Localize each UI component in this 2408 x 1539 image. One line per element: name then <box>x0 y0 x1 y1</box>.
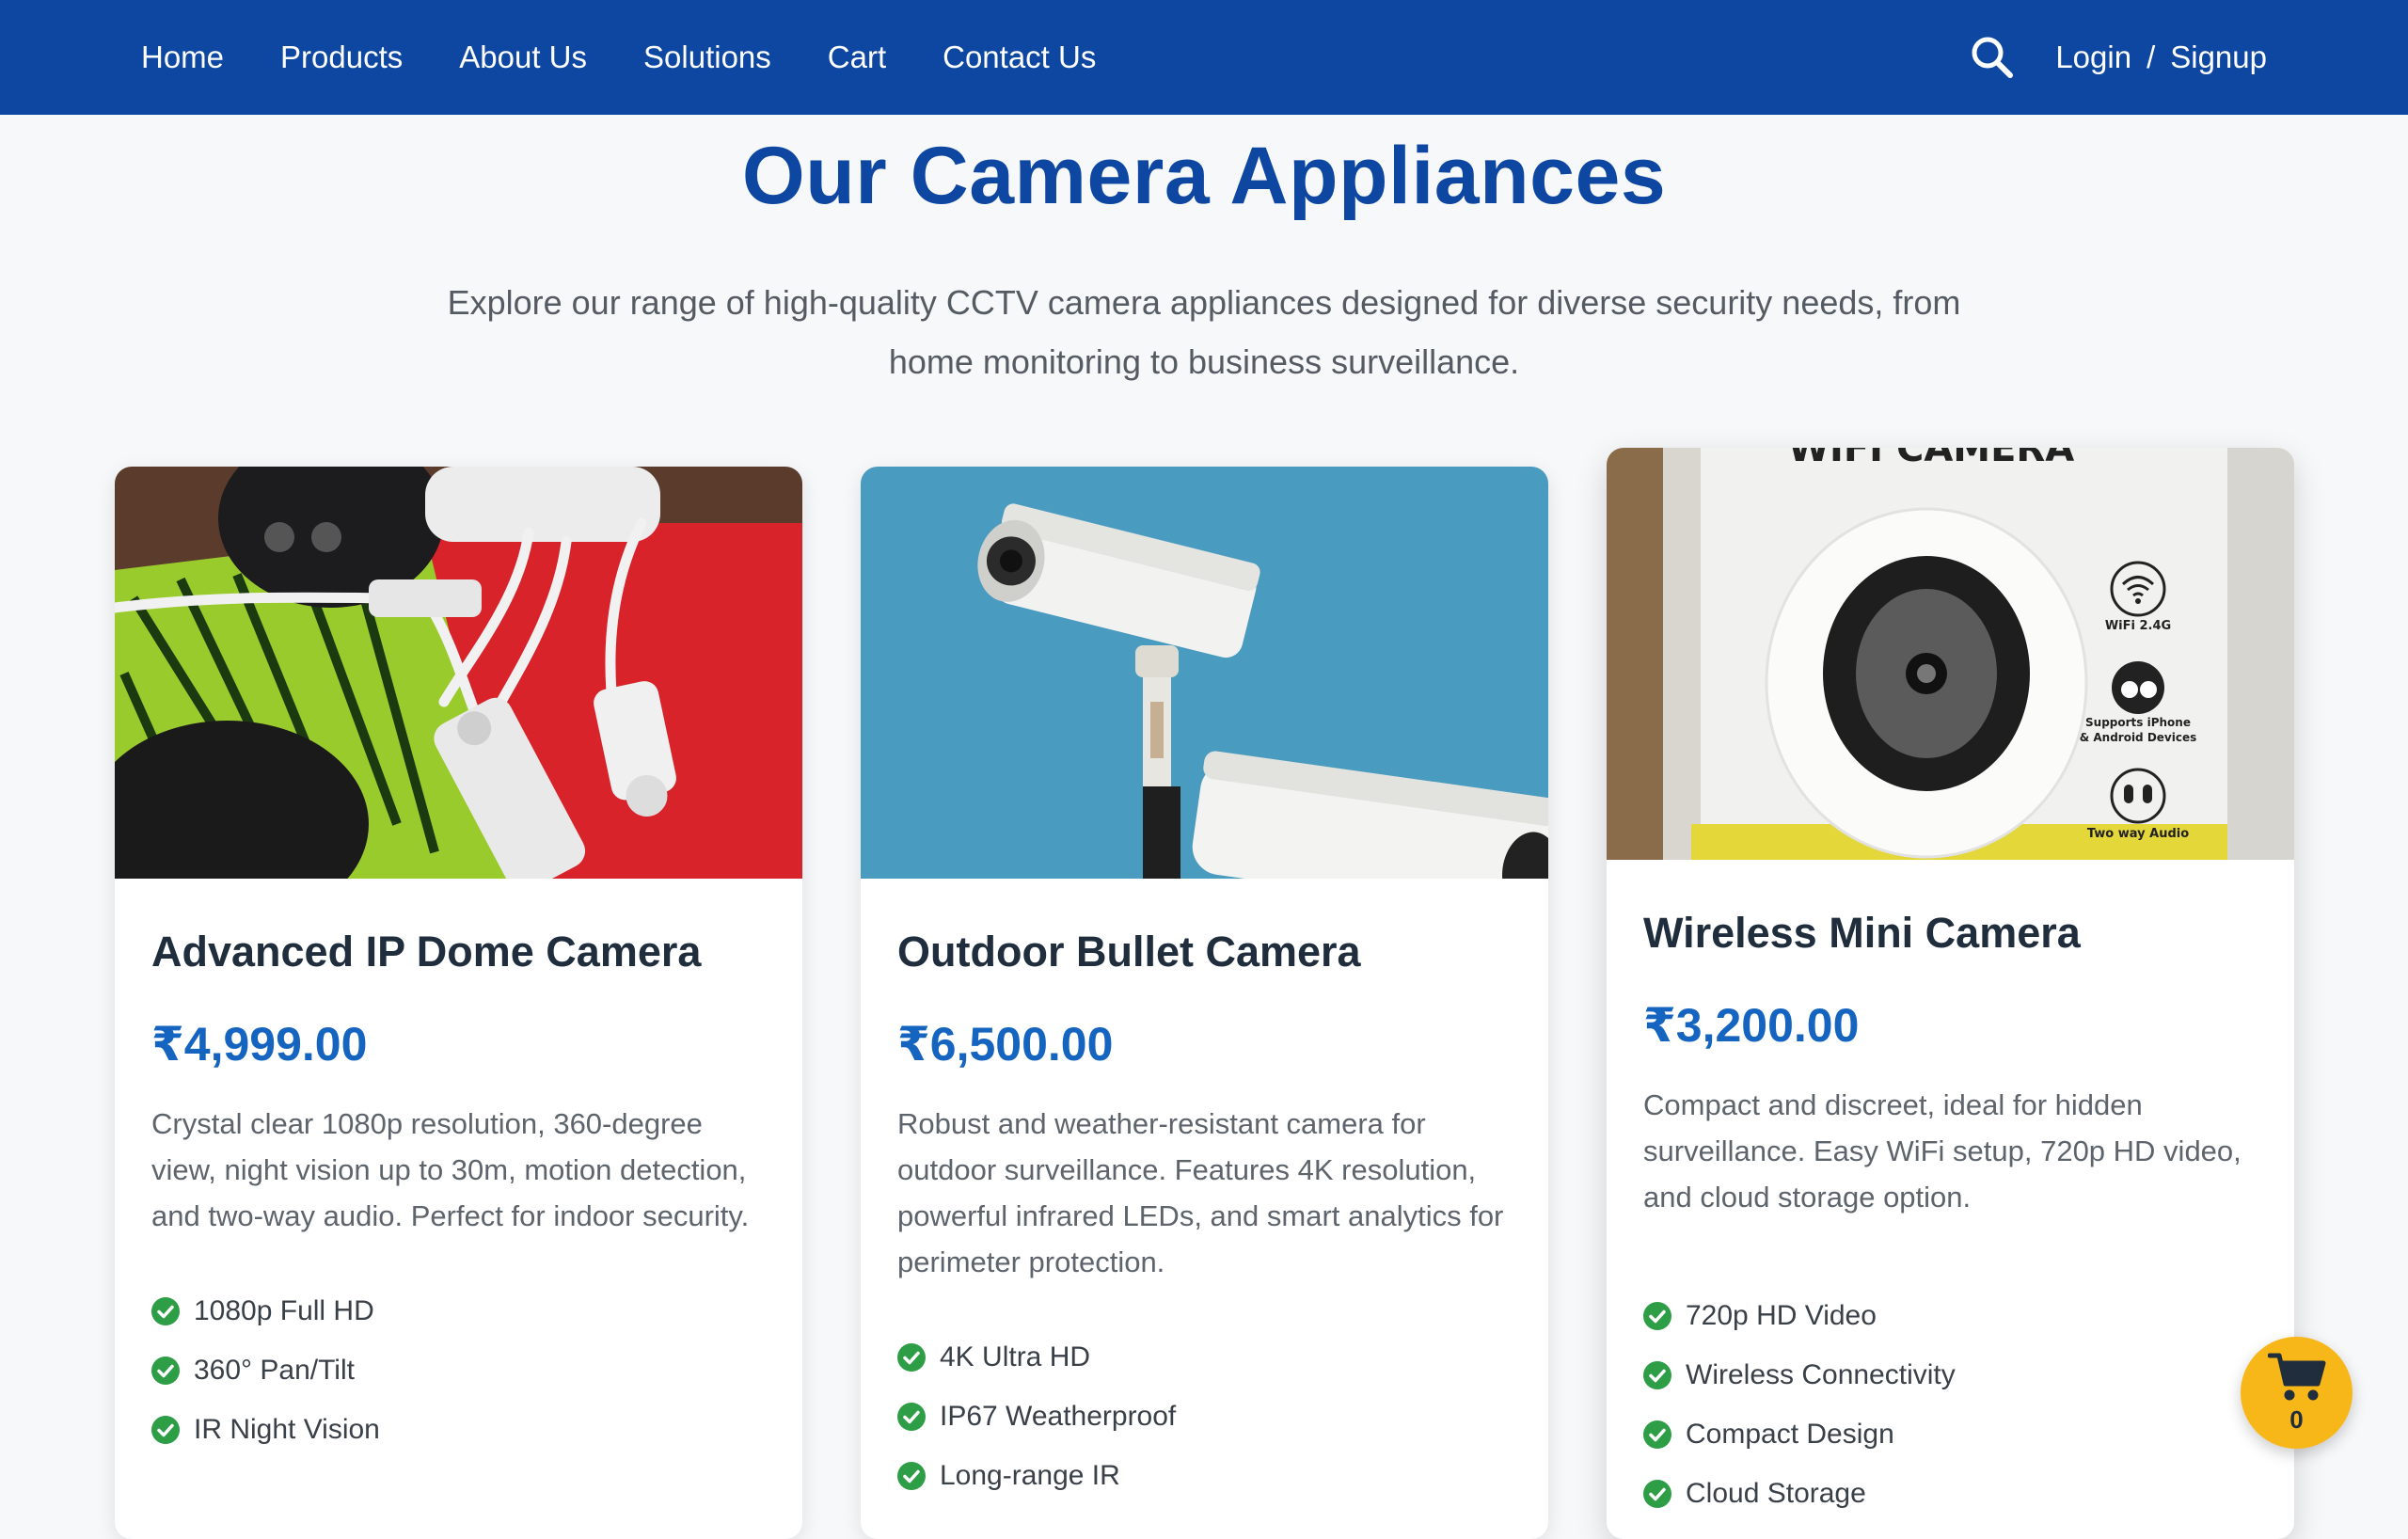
feature-item: 720p HD Video <box>1643 1286 2258 1345</box>
auth-separator: / <box>2147 40 2156 74</box>
feature-label: IR Night Vision <box>194 1413 380 1445</box>
feature-item: IR Night Vision <box>151 1400 766 1459</box>
nav-home[interactable]: Home <box>141 40 224 75</box>
product-description: Robust and weather-resistant camera for … <box>897 1107 1504 1278</box>
page-title: Our Camera Appliances <box>741 131 1667 221</box>
svg-text:Supports iPhone: Supports iPhone <box>2085 716 2191 729</box>
signup-link[interactable]: Signup <box>2170 40 2267 75</box>
nav-contact-us[interactable]: Contact Us <box>943 40 1096 75</box>
nav-solutions[interactable]: Solutions <box>643 40 771 75</box>
nav-right: Login / Signup <box>1969 34 2267 81</box>
feature-label: 4K Ultra HD <box>940 1341 1091 1372</box>
box-label: WIFI CAMERA <box>1788 448 2074 470</box>
feature-label: IP67 Weatherproof <box>940 1400 1177 1432</box>
feature-label: Long-range IR <box>940 1459 1120 1491</box>
product-description: Compact and discreet, ideal for hidden s… <box>1643 1088 2242 1214</box>
svg-text:WiFi 2.4G: WiFi 2.4G <box>2105 619 2171 633</box>
check-circle-icon <box>1643 1360 1671 1389</box>
product-features: 1080p Full HD 360° Pan/Tilt IR Night Vis… <box>151 1281 766 1459</box>
product-card-body: Wireless Mini Camera ₹3,200.00 Compact a… <box>1607 860 2294 1523</box>
login-link[interactable]: Login <box>2055 40 2131 75</box>
top-navbar: Home Products About Us Solutions Cart Co… <box>0 0 2408 115</box>
feature-item: 4K Ultra HD <box>897 1327 1512 1387</box>
cart-icon <box>2267 1353 2325 1401</box>
product-card-ip-dome[interactable]: Advanced IP Dome Camera ₹4,999.00 Crysta… <box>115 467 802 1539</box>
product-image-wireless-mini: WIFI CAMERA WiFi 2.4G Supports iPhone & … <box>1607 448 2294 860</box>
feature-item: Compact Design <box>1643 1404 2258 1464</box>
feature-label: 720p HD Video <box>1686 1299 1877 1331</box>
check-circle-icon <box>151 1415 180 1444</box>
page-subtitle: Explore our range of high-quality CCTV c… <box>447 283 1961 381</box>
product-price: ₹6,500.00 <box>897 1018 1114 1071</box>
product-card-body: Outdoor Bullet Camera ₹6,500.00 Robust a… <box>861 879 1548 1505</box>
feature-item: 360° Pan/Tilt <box>151 1341 766 1400</box>
product-price: ₹4,999.00 <box>151 1018 368 1071</box>
check-circle-icon <box>151 1296 180 1325</box>
main-nav: Home Products About Us Solutions Cart Co… <box>141 40 1096 75</box>
feature-label: 360° Pan/Tilt <box>194 1354 355 1386</box>
svg-text:& Android Devices: & Android Devices <box>2080 731 2197 744</box>
check-circle-icon <box>151 1356 180 1385</box>
check-circle-icon <box>897 1402 926 1431</box>
feature-item: Long-range IR <box>897 1446 1512 1505</box>
search-icon[interactable] <box>1969 34 2016 81</box>
feature-item: 1080p Full HD <box>151 1281 766 1341</box>
check-circle-icon <box>897 1461 926 1490</box>
nav-products[interactable]: Products <box>280 40 403 75</box>
product-card-outdoor-bullet[interactable]: Outdoor Bullet Camera ₹6,500.00 Robust a… <box>861 467 1548 1539</box>
product-card-body: Advanced IP Dome Camera ₹4,999.00 Crysta… <box>115 879 802 1459</box>
cart-count: 0 <box>2289 1405 2304 1434</box>
product-name: Advanced IP Dome Camera <box>151 928 702 976</box>
check-circle-icon <box>1643 1479 1671 1508</box>
feature-item: Cloud Storage <box>1643 1464 2258 1523</box>
product-card-wireless-mini[interactable]: WIFI CAMERA WiFi 2.4G Supports iPhone & … <box>1607 448 2294 1539</box>
feature-label: Cloud Storage <box>1686 1477 1866 1509</box>
auth-links: Login / Signup <box>2055 40 2267 75</box>
svg-text:Two way Audio: Two way Audio <box>2087 827 2189 841</box>
product-price: ₹3,200.00 <box>1643 999 1860 1052</box>
check-circle-icon <box>1643 1301 1671 1330</box>
feature-label: 1080p Full HD <box>194 1294 374 1326</box>
product-features: 720p HD Video Wireless Connectivity Comp… <box>1643 1286 2258 1523</box>
nav-about-us[interactable]: About Us <box>459 40 587 75</box>
product-name: Outdoor Bullet Camera <box>897 928 1361 976</box>
feature-label: Compact Design <box>1686 1418 1894 1450</box>
feature-item: IP67 Weatherproof <box>897 1387 1512 1446</box>
feature-label: Wireless Connectivity <box>1686 1358 1956 1390</box>
check-circle-icon <box>897 1342 926 1372</box>
product-name: Wireless Mini Camera <box>1643 909 2081 957</box>
product-image-ip-dome <box>115 467 802 879</box>
product-features: 4K Ultra HD IP67 Weatherproof Long-range… <box>897 1327 1512 1505</box>
nav-cart[interactable]: Cart <box>828 40 886 75</box>
floating-cart-button[interactable]: 0 <box>2241 1337 2353 1449</box>
check-circle-icon <box>1643 1420 1671 1449</box>
product-image-outdoor-bullet <box>861 467 1548 879</box>
feature-item: Wireless Connectivity <box>1643 1345 2258 1404</box>
product-description: Crystal clear 1080p resolution, 360-degr… <box>151 1107 750 1232</box>
